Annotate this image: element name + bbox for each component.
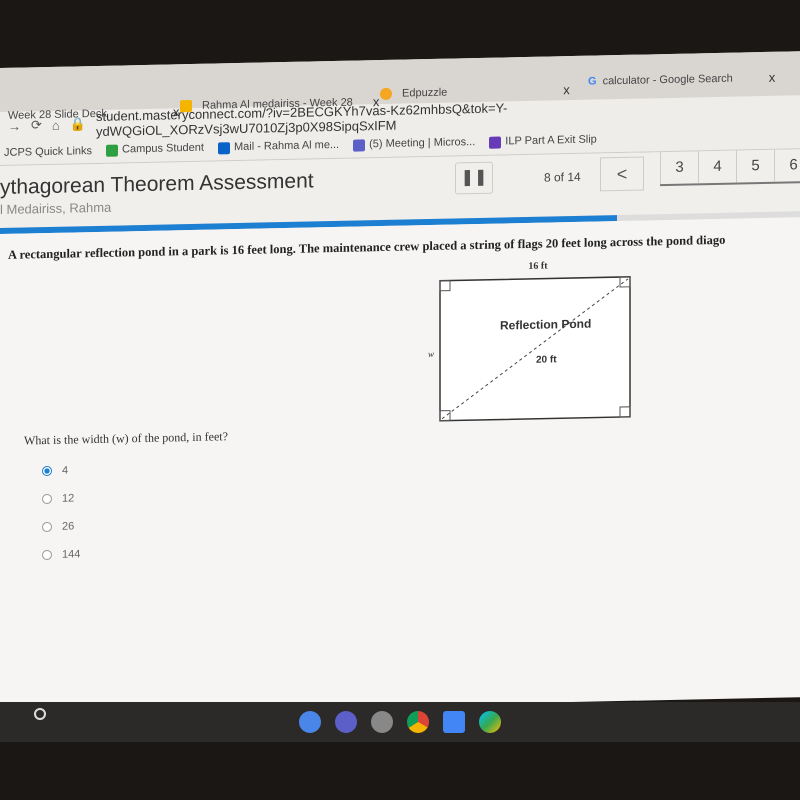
page-3[interactable]: 3 <box>660 151 698 185</box>
page-nav: 3 4 5 6 <box>660 148 800 187</box>
close-icon[interactable]: x <box>563 82 570 97</box>
option-12[interactable]: 12 <box>42 492 74 505</box>
camera-app-icon[interactable] <box>371 711 393 733</box>
launcher-icon[interactable] <box>34 708 46 720</box>
length-label: 16 ft <box>528 261 548 272</box>
teams-icon[interactable] <box>335 711 357 733</box>
edpuzzle-icon <box>380 87 392 100</box>
slides-icon <box>180 99 192 112</box>
bookmark-label: ILP Part A Exit Slip <box>505 133 597 148</box>
docs-icon[interactable] <box>443 711 465 733</box>
bookmark-mail[interactable]: Mail - Rahma Al me... <box>217 139 340 154</box>
page-4[interactable]: 4 <box>698 150 736 184</box>
google-icon: G <box>588 75 597 88</box>
pond-figure: 16 ft Reflection Pond w 20 ft <box>428 261 631 422</box>
page-title: ythagorean Theorem Assessment <box>0 169 314 199</box>
taskbar <box>0 702 800 742</box>
teams-icon <box>353 138 366 152</box>
question-count: 8 of 14 <box>544 169 581 185</box>
bookmark-meeting[interactable]: (5) Meeting | Micros... <box>353 136 476 152</box>
tab-label: calculator - Google Search <box>602 72 733 87</box>
close-icon[interactable]: x <box>173 104 180 119</box>
camera-icon[interactable] <box>299 711 321 733</box>
tab-label: Week 28 Slide Deck <box>8 107 107 122</box>
option-144[interactable]: 144 <box>42 548 80 561</box>
option-label: 4 <box>62 464 69 477</box>
radio-selected[interactable] <box>42 465 52 477</box>
option-label: 26 <box>62 520 75 533</box>
chrome-icon[interactable] <box>407 711 429 733</box>
tab-label: Rahma Al medairiss - Week 28 <box>202 96 353 112</box>
radio[interactable] <box>42 521 52 533</box>
pause-icon: ❚❚ <box>460 168 488 187</box>
question-prompt: What is the width (w) of the pond, in fe… <box>24 429 228 448</box>
tab-edpuzzle[interactable]: Edpuzzle x <box>380 82 570 101</box>
bookmark-label: Mail - Rahma Al me... <box>233 139 340 154</box>
question-area: A rectangular reflection pond in a park … <box>0 217 800 715</box>
page-5[interactable]: 5 <box>736 149 774 183</box>
student-name: l Medairiss, Rahma <box>0 199 112 217</box>
outlook-icon <box>217 141 230 154</box>
campus-icon <box>106 144 119 157</box>
radio[interactable] <box>42 549 52 561</box>
tab-label: Edpuzzle <box>402 86 448 100</box>
bookmark-campus[interactable]: Campus Student <box>106 142 204 157</box>
play-store-icon[interactable] <box>479 711 501 733</box>
previous-button[interactable]: < <box>600 156 644 192</box>
option-label: 144 <box>62 548 81 561</box>
bookmark-label: Campus Student <box>122 142 204 156</box>
bookmark-label: (5) Meeting | Micros... <box>369 136 476 151</box>
close-icon[interactable]: x <box>373 94 380 109</box>
screen: Week 28 Slide Deck x Rahma Al medairiss -… <box>0 51 800 715</box>
bookmark-jcps[interactable]: JCPS Quick Links <box>4 145 92 159</box>
option-26[interactable]: 26 <box>42 520 74 533</box>
bookmark-ilp[interactable]: ILP Part A Exit Slip <box>489 133 597 149</box>
radio[interactable] <box>42 493 52 505</box>
page-6[interactable]: 6 <box>774 148 800 182</box>
forms-icon <box>489 136 502 149</box>
tab-google[interactable]: Gcalculator - Google Search x <box>588 70 775 89</box>
diagonal-label: 20 ft <box>536 354 557 365</box>
pond-label: Reflection Pond <box>500 317 591 333</box>
width-label: w <box>428 349 434 359</box>
pause-button[interactable]: ❚❚ <box>455 161 493 195</box>
close-icon[interactable]: x <box>769 70 776 85</box>
option-4[interactable]: 4 <box>42 465 68 478</box>
option-label: 12 <box>62 492 75 505</box>
